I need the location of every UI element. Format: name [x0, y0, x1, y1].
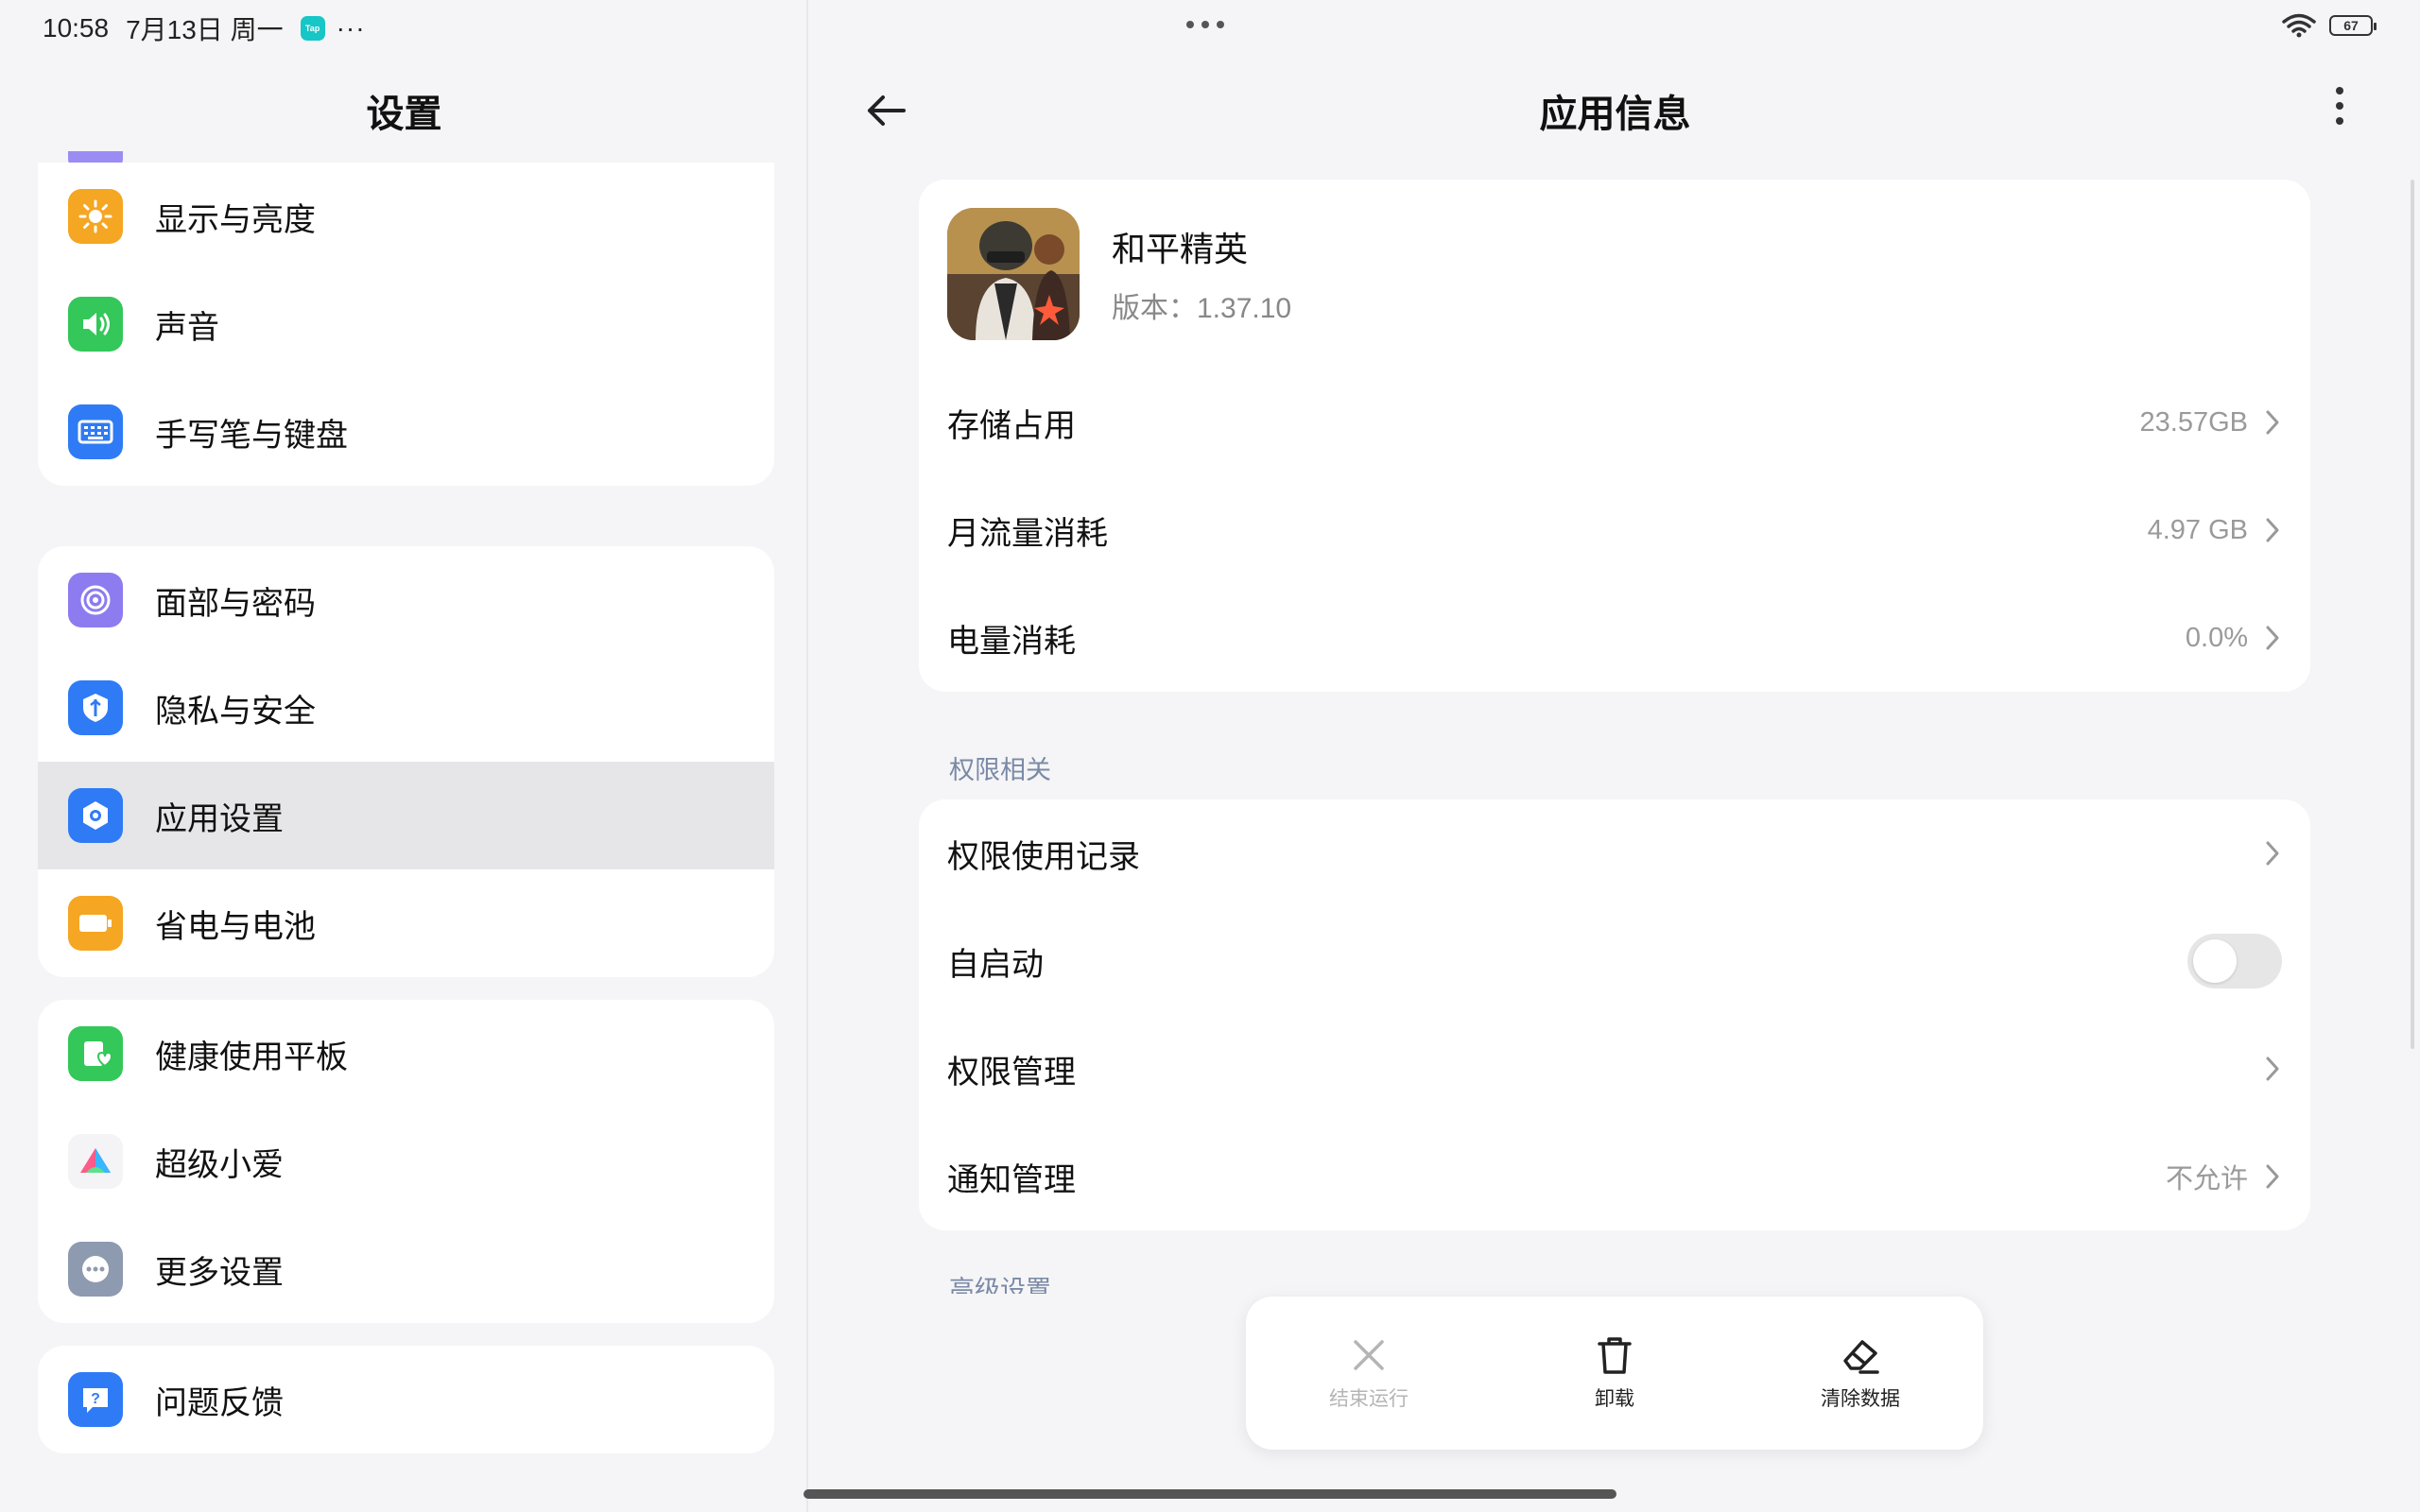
settings-group-security: 面部与密码 隐私与安全 应用设置 省电与电池 [38, 546, 774, 977]
autostart-toggle[interactable] [2187, 934, 2282, 988]
sidebar-item-sound[interactable]: 声音 [38, 270, 774, 378]
row-value: 0.0% [2185, 622, 2248, 653]
xiaoai-icon [68, 1134, 123, 1189]
speaker-icon [68, 297, 123, 352]
app-info-pane: 应用信息 和平精英 版本：1.37.10 存储占用 23.57GB 月流量消耗 … [810, 0, 2420, 1512]
sidebar-item-label: 手写笔与键盘 [155, 417, 348, 454]
sidebar-item-display[interactable]: 显示与亮度 [38, 163, 774, 270]
action-label: 结束运行 [1329, 1388, 1409, 1410]
page-title: 应用信息 [1539, 94, 1691, 135]
sidebar-item-label: 面部与密码 [155, 585, 316, 622]
permission-history-row[interactable]: 权限使用记录 [919, 799, 2310, 907]
battery-icon [68, 896, 123, 951]
chevron-right-icon [2266, 841, 2279, 866]
action-label: 卸载 [1595, 1388, 1634, 1410]
clear-data-button[interactable]: 清除数据 [1775, 1334, 1945, 1412]
section-header-permissions: 权限相关 [949, 756, 1051, 784]
app-name: 和平精英 [1112, 230, 1249, 268]
sidebar-item-label: 应用设置 [155, 800, 284, 837]
settings-group-feedback: ? 问题反馈 [38, 1346, 774, 1453]
row-label: 存储占用 [947, 407, 1076, 444]
sun-icon [68, 189, 123, 244]
sidebar-item-xiaoai[interactable]: 超级小爱 [38, 1108, 774, 1215]
sidebar-item-keyboard[interactable]: 手写笔与键盘 [38, 378, 774, 486]
sidebar-item-label: 省电与电池 [155, 908, 316, 945]
autostart-row: 自启动 [919, 907, 2310, 1015]
sidebar-title: 设置 [366, 94, 442, 135]
scrollbar[interactable] [2411, 180, 2414, 1049]
row-value: 不允许 [2165, 1164, 2248, 1194]
keyboard-icon [68, 404, 123, 459]
face-id-icon [68, 573, 123, 627]
row-value: 4.97 GB [2147, 514, 2248, 545]
sidebar-item-health[interactable]: 健康使用平板 [38, 1000, 774, 1108]
home-indicator[interactable] [804, 1489, 1616, 1499]
row-label: 自启动 [947, 946, 1044, 983]
sidebar-item-label: 超级小爱 [155, 1146, 284, 1183]
app-version: 版本：1.37.10 [1112, 293, 1292, 324]
svg-text:?: ? [91, 1391, 100, 1407]
chevron-right-icon [2266, 1057, 2279, 1081]
row-label: 权限管理 [947, 1054, 1076, 1091]
action-label: 清除数据 [1821, 1388, 1900, 1410]
sidebar-item-app-settings[interactable]: 应用设置 [38, 762, 774, 869]
app-info-card: 和平精英 版本：1.37.10 存储占用 23.57GB 月流量消耗 4.97 … [919, 180, 2310, 692]
chevron-right-icon [2266, 410, 2279, 435]
sidebar-item-label: 健康使用平板 [155, 1039, 348, 1075]
close-x-icon [1354, 1340, 1384, 1370]
app-header: 和平精英 版本：1.37.10 [919, 180, 2310, 369]
section-header-advanced: 高级设置 [949, 1276, 1051, 1294]
more-options-icon[interactable] [2336, 87, 2343, 125]
sidebar-item-feedback[interactable]: ? 问题反馈 [38, 1346, 774, 1453]
settings-group-more: 健康使用平板 超级小爱 更多设置 [38, 1000, 774, 1323]
battery-usage-row[interactable]: 电量消耗 0.0% [919, 584, 2310, 692]
sidebar-item-face-password[interactable]: 面部与密码 [38, 546, 774, 654]
sidebar-item-more-settings[interactable]: 更多设置 [38, 1215, 774, 1323]
chevron-right-icon [2266, 626, 2279, 650]
sidebar-item-label: 更多设置 [155, 1254, 284, 1291]
feedback-icon: ? [68, 1372, 123, 1427]
sidebar-item-label: 声音 [155, 309, 219, 346]
sidebar-item-privacy[interactable]: 隐私与安全 [38, 654, 774, 762]
storage-row[interactable]: 存储占用 23.57GB [919, 369, 2310, 476]
permissions-card: 权限使用记录 自启动 权限管理 通知管理 不允许 [919, 799, 2310, 1230]
uninstall-button[interactable]: 卸载 [1530, 1334, 1700, 1412]
bottom-action-bar: 结束运行 卸载 清除数据 [1246, 1297, 1983, 1450]
permission-management-row[interactable]: 权限管理 [919, 1015, 2310, 1123]
health-icon [68, 1026, 123, 1081]
more-settings-icon [68, 1242, 123, 1297]
notification-management-row[interactable]: 通知管理 不允许 [919, 1123, 2310, 1230]
sidebar-item-battery[interactable]: 省电与电池 [38, 869, 774, 977]
sidebar-item-label: 问题反馈 [155, 1384, 284, 1421]
trash-icon [1598, 1337, 1632, 1374]
row-label: 月流量消耗 [947, 515, 1108, 552]
settings-sidebar: 设置 显示与亮度 声音 手写笔与键盘 面部与密码 隐私与安全 应用设置 省电与电… [0, 0, 808, 1512]
chevron-right-icon [2266, 1164, 2279, 1189]
sidebar-item-label: 隐私与安全 [155, 693, 316, 730]
game-app-icon [947, 208, 1080, 340]
force-stop-button[interactable]: 结束运行 [1284, 1334, 1454, 1412]
chevron-right-icon [2266, 518, 2279, 542]
row-label: 权限使用记录 [947, 838, 1140, 875]
privacy-shield-icon [68, 680, 123, 735]
row-label: 通知管理 [947, 1161, 1076, 1198]
row-label: 电量消耗 [947, 623, 1076, 660]
sidebar-item-label: 显示与亮度 [155, 201, 316, 238]
settings-group-display: 显示与亮度 声音 手写笔与键盘 [38, 163, 774, 486]
eraser-icon [1843, 1340, 1879, 1374]
app-settings-icon [68, 788, 123, 843]
row-value: 23.57GB [2139, 406, 2248, 438]
data-usage-row[interactable]: 月流量消耗 4.97 GB [919, 476, 2310, 584]
